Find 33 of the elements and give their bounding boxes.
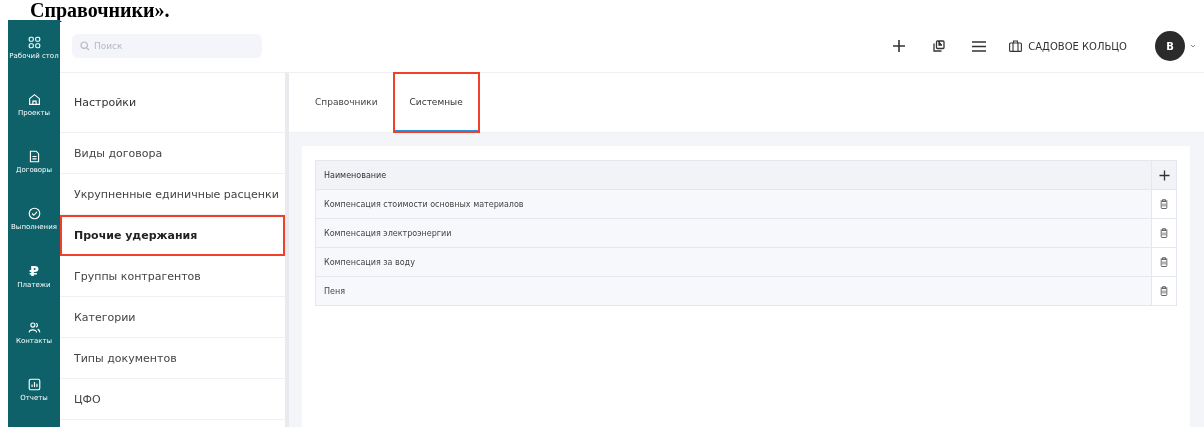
table-cell: Компенсация за воду — [315, 247, 1152, 277]
user-avatar[interactable]: В — [1155, 31, 1185, 61]
delete-button[interactable] — [1160, 199, 1168, 209]
settings-item[interactable]: Виды договора — [60, 133, 285, 174]
ruble-icon: ₽ — [29, 263, 39, 278]
tab[interactable]: Системные — [393, 73, 479, 132]
column-header: Наименование — [315, 160, 1152, 190]
table-cell: Компенсация электроэнергии — [315, 218, 1152, 248]
people-icon — [27, 321, 41, 334]
chart-icon — [27, 378, 41, 391]
add-row-button[interactable] — [1158, 169, 1170, 181]
delete-button[interactable] — [1160, 257, 1168, 267]
check-icon — [27, 207, 41, 220]
settings-item[interactable]: Категории — [60, 297, 285, 338]
table-cell: Компенсация стоимости основных материалов — [315, 189, 1152, 219]
grid-icon — [27, 36, 41, 49]
settings-title: Настройки — [60, 73, 285, 133]
organization-selector[interactable]: САДОВОЕ КОЛЬЦО — [1009, 40, 1127, 52]
settings-item[interactable]: Прочие удержания — [60, 215, 285, 256]
briefcase-icon — [1009, 40, 1023, 52]
caret-icon[interactable] — [1190, 43, 1196, 49]
settings-item[interactable]: Типы документов — [60, 338, 285, 379]
settings-item[interactable]: ЦФО — [60, 379, 285, 420]
table-cell: Пеня — [315, 276, 1152, 306]
doc-icon — [27, 150, 41, 163]
delete-button[interactable] — [1160, 228, 1168, 238]
tab[interactable]: Справочники — [299, 73, 394, 132]
settings-item[interactable]: Укрупненные единичные расценки — [60, 174, 285, 215]
document-caption: Справочники». — [29, 0, 171, 20]
delete-button[interactable] — [1160, 286, 1168, 296]
settings-item[interactable]: Группы контрагентов — [60, 256, 285, 297]
home-icon — [27, 93, 41, 106]
search-field[interactable]: Поиск — [72, 34, 262, 58]
